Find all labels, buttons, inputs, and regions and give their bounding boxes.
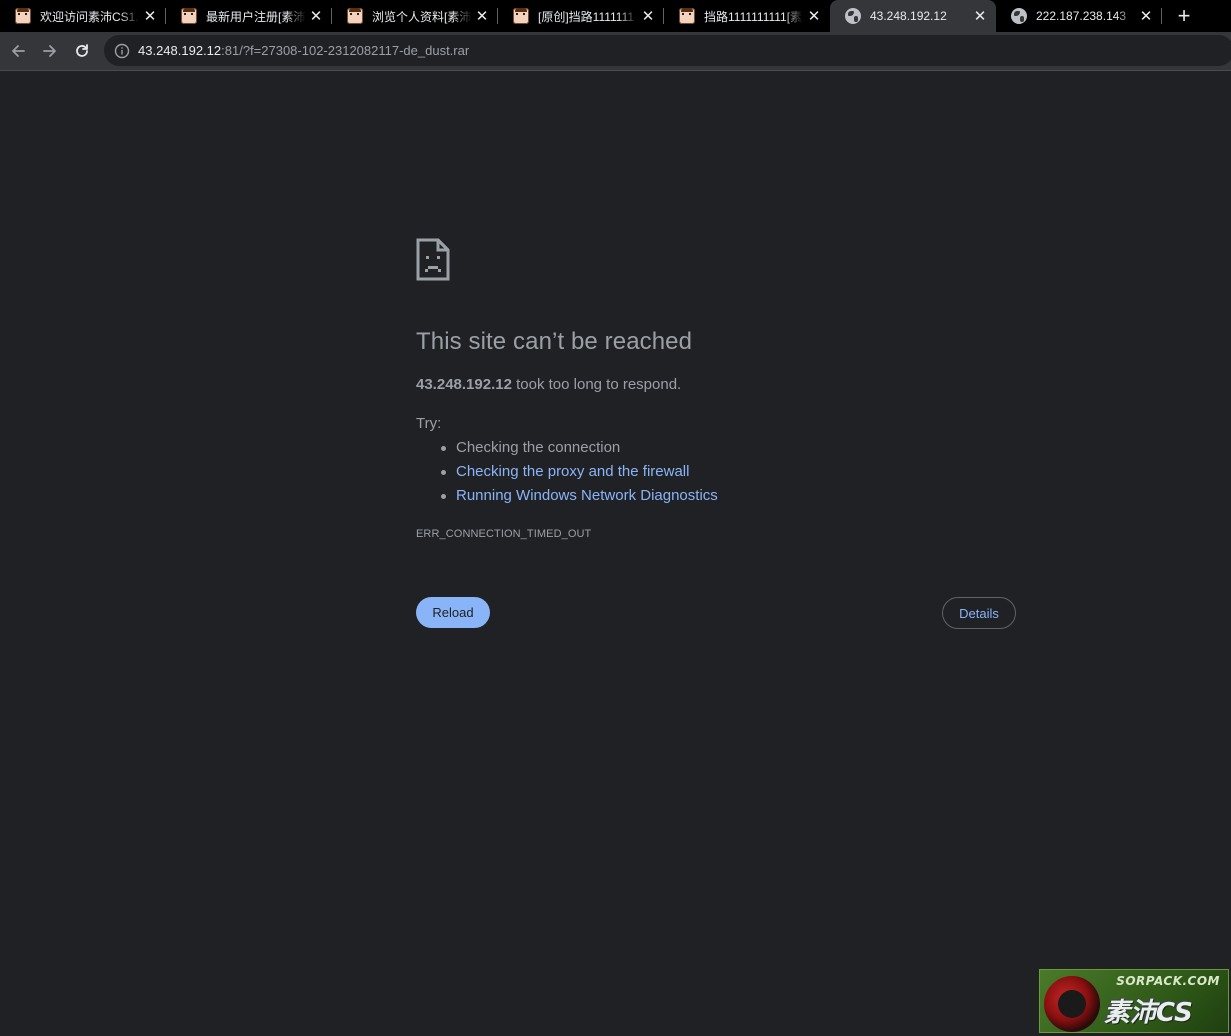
tab-close-icon[interactable]: ✕ [804, 6, 824, 26]
tab-close-icon[interactable]: ✕ [638, 6, 658, 26]
suggestion-checking-connection: Checking the connection [441, 436, 718, 460]
forward-arrow-icon [43, 45, 56, 57]
reload-toolbar-button[interactable] [69, 38, 95, 64]
url-path: :81/?f=27308-102-2312082117-de_dust.rar [221, 43, 470, 58]
address-bar[interactable]: 43.248.192.12:81/?f=27308-102-2312082117… [104, 35, 1231, 66]
list-item: Running Windows Network Diagnostics [441, 484, 718, 508]
forward-button[interactable] [37, 38, 63, 64]
reload-icon [76, 44, 88, 57]
error-title: This site can’t be reached [416, 328, 693, 355]
suggestions-list: Checking the connection Checking the pro… [416, 436, 718, 508]
logo-emblem-icon [1044, 976, 1100, 1032]
new-tab-button[interactable]: + [1166, 0, 1202, 32]
tab-close-icon[interactable]: ✕ [1136, 6, 1156, 26]
tab-7[interactable]: 222.187.238.143 ✕ [996, 0, 1162, 32]
tab-title: 浏览个人资料[素沛 [372, 9, 472, 24]
tab-title: 欢迎访问素沛CS1.6 [40, 9, 140, 24]
tab-6-active[interactable]: 43.248.192.12 ✕ [830, 0, 996, 32]
tab-close-icon[interactable]: ✕ [306, 6, 326, 26]
info-icon[interactable] [114, 43, 130, 59]
back-button[interactable] [5, 38, 31, 64]
globe-icon [845, 8, 861, 24]
tab-title: 43.248.192.12 [870, 9, 947, 23]
tab-strip: 欢迎访问素沛CS1.6 ✕ 最新用户注册[素沛 ✕ 浏览个人资料[素沛 ✕ [原… [0, 0, 1231, 32]
error-message: 43.248.192.12 took too long to respond. [416, 376, 681, 393]
tab-title: 222.187.238.143 [1036, 9, 1127, 23]
tab-title: 挡路1111111111[素 [704, 9, 803, 24]
avatar-favicon-icon [347, 8, 363, 24]
tab-title: [原创]挡路1111111 [538, 9, 635, 24]
try-label: Try: [416, 415, 442, 432]
suggestion-network-diagnostics-link[interactable]: Running Windows Network Diagnostics [456, 487, 718, 504]
avatar-favicon-icon [513, 8, 529, 24]
list-item: Checking the proxy and the firewall [441, 460, 718, 484]
tab-close-icon[interactable]: ✕ [140, 6, 160, 26]
tab-close-icon[interactable]: ✕ [472, 6, 492, 26]
details-button[interactable]: Details [942, 597, 1016, 629]
reload-button[interactable]: Reload [416, 597, 490, 628]
tab-1[interactable]: 欢迎访问素沛CS1.6 ✕ [0, 0, 166, 32]
error-host: 43.248.192.12 [416, 376, 512, 393]
sad-document-icon [416, 238, 450, 281]
watermark-site: SORPACK.COM [1116, 974, 1220, 988]
url-host: 43.248.192.12 [138, 43, 222, 58]
tab-3[interactable]: 浏览个人资料[素沛 ✕ [332, 0, 498, 32]
globe-icon [1011, 8, 1027, 24]
watermark-logo: SORPACK.COM 素沛CS [1039, 969, 1229, 1033]
tab-2[interactable]: 最新用户注册[素沛 ✕ [166, 0, 332, 32]
avatar-favicon-icon [679, 8, 695, 24]
error-message-suffix: took too long to respond. [511, 376, 682, 393]
back-arrow-icon [12, 45, 25, 57]
error-code: ERR_CONNECTION_TIMED_OUT [416, 528, 592, 540]
avatar-favicon-icon [15, 8, 31, 24]
suggestion-proxy-firewall-link[interactable]: Checking the proxy and the firewall [456, 463, 689, 480]
watermark-brand: 素沛CS [1104, 998, 1193, 1028]
toolbar: 43.248.192.12:81/?f=27308-102-2312082117… [0, 32, 1231, 71]
tab-title: 最新用户注册[素沛 [206, 9, 306, 24]
tab-close-icon[interactable]: ✕ [970, 6, 990, 26]
tab-5[interactable]: 挡路1111111111[素 ✕ [664, 0, 830, 32]
tab-4[interactable]: [原创]挡路1111111 ✕ [498, 0, 664, 32]
url-text: 43.248.192.12:81/?f=27308-102-2312082117… [138, 43, 469, 58]
avatar-favicon-icon [181, 8, 197, 24]
